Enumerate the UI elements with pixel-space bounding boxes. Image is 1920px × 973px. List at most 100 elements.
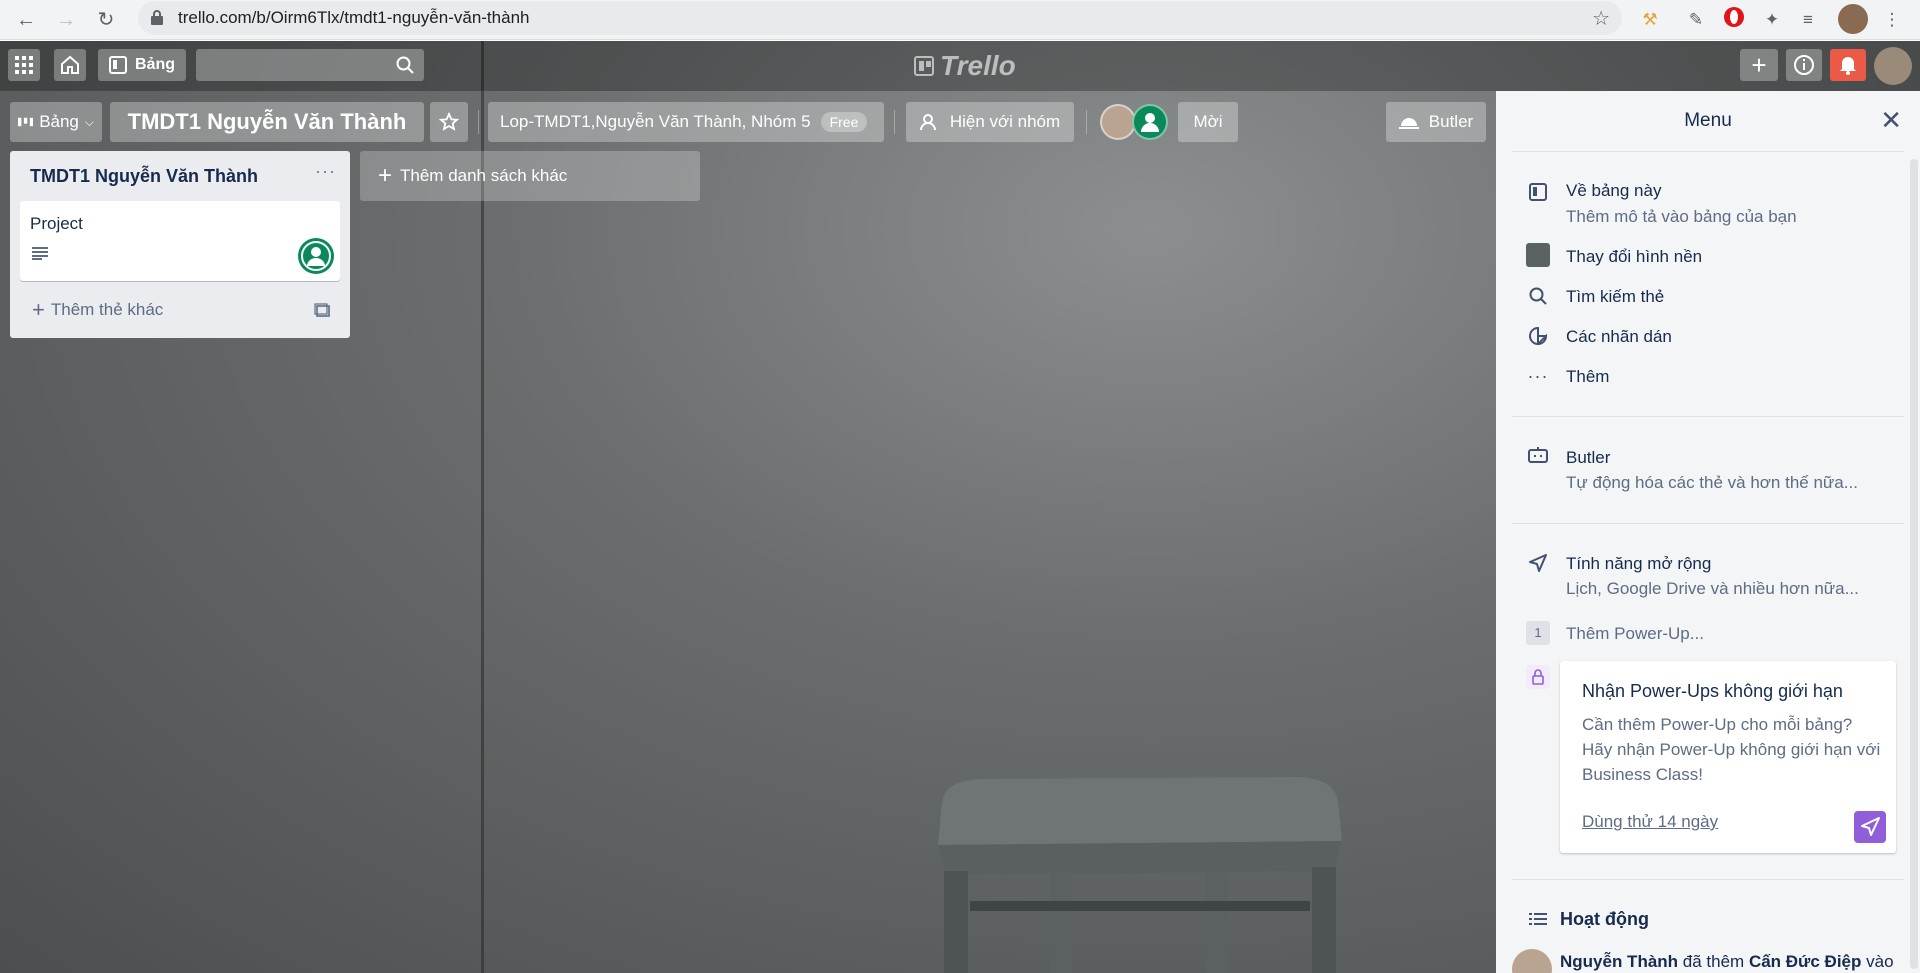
powerups-promo-card: Nhận Power-Ups không giới hạn Cần thêm P… bbox=[1560, 661, 1896, 853]
list-title[interactable]: TMDT1 Nguyễn Văn Thành bbox=[30, 166, 258, 187]
menu-item-stickers[interactable]: Các nhãn dán bbox=[1566, 327, 1672, 347]
menu-item-change-background[interactable]: Thay đổi hình nền bbox=[1566, 247, 1702, 267]
team-name: Lop-TMDT1,Nguyễn Văn Thành, Nhóm 5 bbox=[500, 112, 811, 131]
board-switcher-button[interactable]: Bảng ⌵ bbox=[10, 102, 102, 142]
card-member-avatar[interactable] bbox=[298, 238, 334, 274]
extension-pen-icon[interactable]: ✎ bbox=[1682, 6, 1710, 34]
trial-link[interactable]: Dùng thử 14 ngày bbox=[1582, 812, 1718, 832]
menu-item-butler[interactable]: Butler bbox=[1566, 448, 1610, 468]
promo-title: Nhận Power-Ups không giới hạn bbox=[1582, 681, 1843, 701]
butler-bell-icon bbox=[1398, 118, 1419, 129]
boards-button[interactable]: Bảng bbox=[98, 49, 186, 81]
menu-item-search-cards[interactable]: Tìm kiếm thẻ bbox=[1566, 287, 1664, 307]
card-title: Project bbox=[30, 214, 83, 233]
card[interactable]: Project bbox=[20, 201, 340, 281]
board-menu-panel: Menu ✕ Về bảng này Thêm mô tả vào bảng c… bbox=[1496, 91, 1920, 973]
add-card-button[interactable]: + Thêm thẻ khác bbox=[32, 299, 164, 321]
team-visibility-icon bbox=[919, 114, 936, 131]
team-button[interactable]: Lop-TMDT1,Nguyễn Văn Thành, Nhóm 5 Free bbox=[488, 102, 884, 142]
description-icon bbox=[32, 247, 48, 260]
background-thumbnail-icon bbox=[1526, 243, 1550, 267]
activity-list-icon bbox=[1526, 907, 1550, 931]
member-avatar[interactable] bbox=[1132, 104, 1168, 140]
background-stool-image bbox=[938, 777, 1342, 973]
visibility-label: Hiện với nhóm bbox=[949, 112, 1061, 131]
opera-icon[interactable] bbox=[1720, 6, 1748, 34]
plus-icon: + bbox=[378, 162, 393, 189]
menu-header: Menu ✕ bbox=[1496, 91, 1920, 151]
butler-button[interactable]: Butler bbox=[1386, 102, 1486, 142]
menu-item-powerups[interactable]: Tính năng mở rộng bbox=[1566, 554, 1711, 574]
trello-logo[interactable]: Trello bbox=[914, 50, 1016, 82]
chevron-down-icon: ⌵ bbox=[84, 114, 94, 129]
user-icon bbox=[1141, 113, 1159, 132]
user-avatar[interactable] bbox=[1874, 47, 1912, 85]
divider bbox=[894, 110, 895, 134]
menu-scrollbar[interactable] bbox=[1910, 159, 1918, 969]
search-input[interactable] bbox=[196, 49, 424, 81]
puzzle-icon[interactable]: ✦ bbox=[1758, 6, 1786, 34]
back-arrow-icon[interactable]: ← bbox=[12, 6, 40, 34]
promo-body: Cần thêm Power-Up cho mỗi bảng? Hãy nhận… bbox=[1582, 715, 1881, 784]
app-header: Bảng Trello + bbox=[0, 41, 1920, 91]
activity-target[interactable]: Cấn Đức Điệp bbox=[1749, 952, 1861, 971]
search-icon bbox=[1526, 284, 1550, 308]
board-switcher-label: Bảng bbox=[39, 112, 79, 131]
activity-avatar[interactable] bbox=[1512, 949, 1552, 973]
profile-avatar[interactable] bbox=[1838, 4, 1868, 34]
list-menu-icon[interactable]: ··· bbox=[315, 161, 336, 182]
home-icon bbox=[61, 55, 79, 74]
add-card-label: Thêm thẻ khác bbox=[50, 300, 164, 319]
menu-item-powerups-sub[interactable]: Lịch, Google Drive và nhiều hơn nữa... bbox=[1566, 579, 1859, 599]
extension-hammer-icon[interactable]: ⚒ bbox=[1636, 6, 1664, 34]
notifications-button[interactable] bbox=[1830, 49, 1866, 81]
activity-actor[interactable]: Nguyễn Thành bbox=[1560, 952, 1678, 971]
add-powerup-link[interactable]: Thêm Power-Up... bbox=[1566, 624, 1704, 644]
plan-badge: Free bbox=[820, 112, 868, 132]
user-icon bbox=[301, 241, 331, 271]
create-button[interactable]: + bbox=[1740, 49, 1778, 81]
powerup-count-badge: 1 bbox=[1526, 621, 1550, 645]
bell-icon bbox=[1840, 57, 1856, 75]
member-avatar[interactable] bbox=[1100, 104, 1136, 140]
grid-icon bbox=[15, 56, 33, 74]
bookmark-star-icon[interactable]: ☆ bbox=[1592, 6, 1610, 31]
divider bbox=[1512, 416, 1904, 417]
more-icon: ··· bbox=[1527, 365, 1549, 386]
menu-item-about-board[interactable]: Về bảng này bbox=[1566, 181, 1661, 201]
media-list-icon[interactable]: ≡ bbox=[1794, 6, 1822, 34]
info-button[interactable] bbox=[1786, 49, 1822, 81]
lock-icon bbox=[1526, 665, 1550, 689]
lock-icon bbox=[151, 10, 163, 25]
close-icon[interactable]: ✕ bbox=[1880, 105, 1902, 136]
opera-logo-icon bbox=[1724, 7, 1744, 27]
activity-action: đã thêm bbox=[1678, 952, 1749, 971]
menu-item-more[interactable]: Thêm bbox=[1566, 367, 1609, 387]
info-icon bbox=[1794, 55, 1814, 75]
visibility-button[interactable]: Hiện với nhóm bbox=[906, 102, 1074, 142]
promo-rocket-icon bbox=[1854, 811, 1886, 843]
divider bbox=[1512, 879, 1904, 880]
divider bbox=[1512, 151, 1904, 152]
divider bbox=[1512, 523, 1904, 524]
menu-item-butler-sub[interactable]: Tự động hóa các thẻ và hơn thế nữa... bbox=[1566, 473, 1858, 493]
butler-robot-icon bbox=[1526, 443, 1550, 467]
card-template-icon[interactable] bbox=[314, 303, 330, 319]
rocket-icon bbox=[1526, 551, 1550, 575]
activity-entry: Nguyễn Thành đã thêm Cấn Đức Điệp vào bbox=[1560, 952, 1894, 972]
board-title[interactable]: TMDT1 Nguyễn Văn Thành bbox=[110, 102, 424, 142]
menu-title: Menu bbox=[1684, 110, 1732, 131]
menu-item-about-board-sub[interactable]: Thêm mô tả vào bảng của bạn bbox=[1566, 207, 1797, 227]
star-board-button[interactable] bbox=[430, 102, 468, 142]
reload-icon[interactable]: ↻ bbox=[92, 6, 120, 34]
home-button[interactable] bbox=[54, 49, 86, 81]
activity-heading: Hoạt động bbox=[1560, 909, 1649, 929]
kebab-menu-icon[interactable]: ⋮ bbox=[1878, 6, 1906, 34]
address-bar[interactable]: trello.com/b/Oirm6Tlx/tmdt1-nguyễn-văn-t… bbox=[138, 1, 1622, 35]
apps-grid-icon[interactable] bbox=[8, 49, 40, 81]
search-icon bbox=[396, 56, 414, 74]
sticker-icon bbox=[1526, 324, 1550, 348]
forward-arrow-icon[interactable]: → bbox=[52, 6, 80, 34]
add-list-button[interactable]: + Thêm danh sách khác bbox=[360, 151, 700, 201]
invite-button[interactable]: Mời bbox=[1178, 102, 1238, 142]
